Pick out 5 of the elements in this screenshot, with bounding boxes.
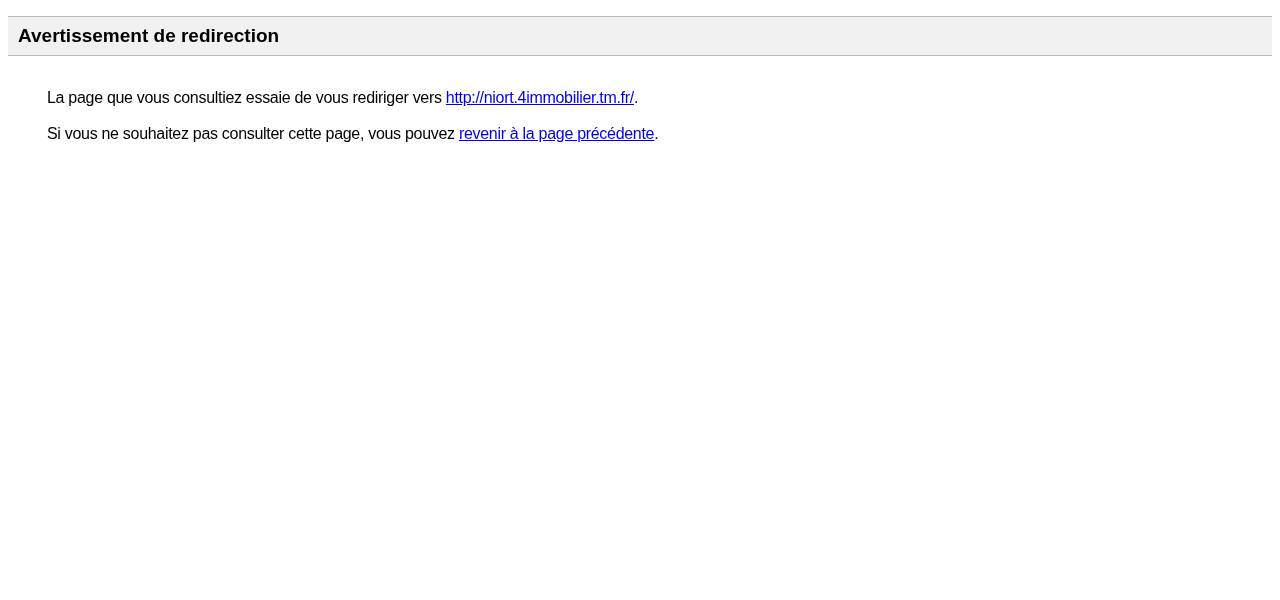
page-title: Avertissement de redirection xyxy=(18,23,280,48)
link[interactable]: http://niort.4immobilier.tm.fr/ xyxy=(445,89,634,106)
message-text: Si vous ne souhaitez pas consulter cette page, vous pouvez revenir à la page précédente. xyxy=(47,124,660,144)
link[interactable]: revenir à la page précédente xyxy=(458,125,655,142)
message-text: La page que vous consultiez essaie de vous rediriger vers http://niort.4immobilier.tm.fr/. xyxy=(47,88,640,108)
